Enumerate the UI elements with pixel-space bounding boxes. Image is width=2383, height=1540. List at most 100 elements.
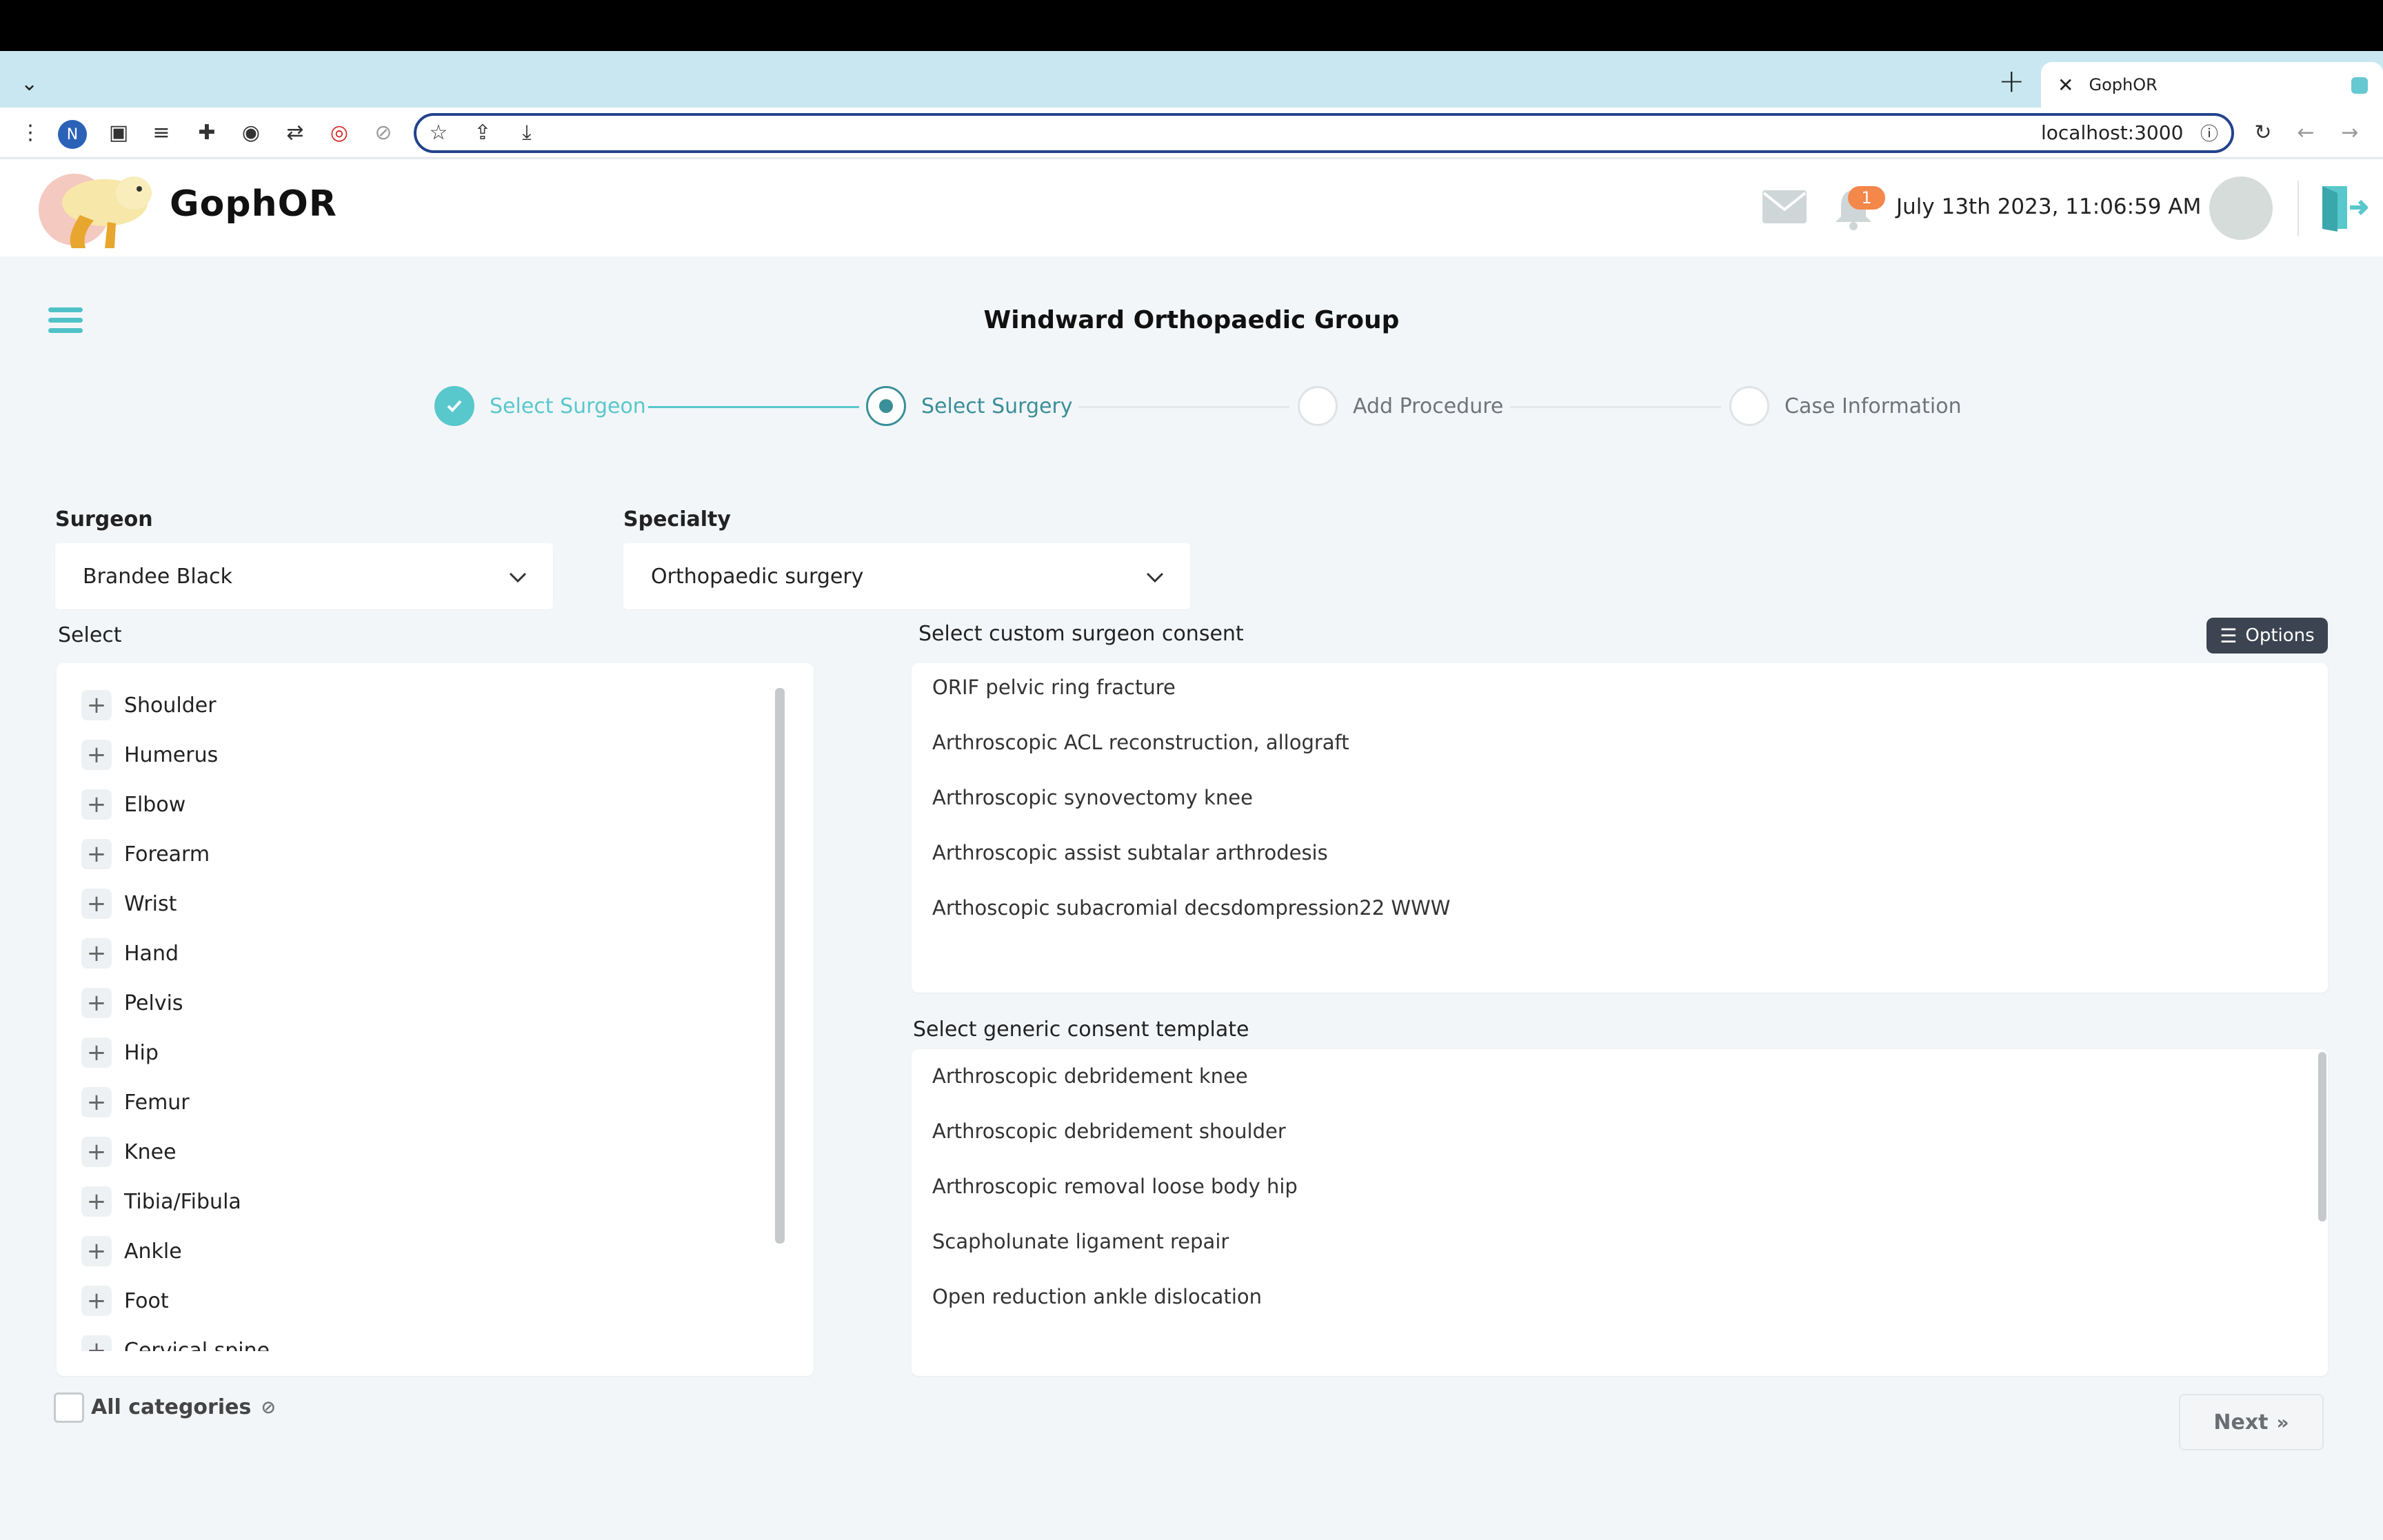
expand-plus-icon[interactable]: + (81, 1137, 112, 1167)
brand-name: GophOR (170, 183, 337, 225)
category-item[interactable]: + Elbow (81, 787, 185, 822)
step-select-surgeon[interactable]: Select Surgeon (434, 386, 646, 426)
new-tab-icon[interactable]: + (1998, 65, 2025, 97)
expand-plus-icon[interactable]: + (81, 988, 112, 1018)
surgeon-select[interactable]: Brandee Black (55, 543, 553, 609)
category-item[interactable]: + Humerus (81, 738, 218, 772)
sidebar-icon[interactable]: ▣ (103, 117, 134, 148)
share-icon[interactable]: ⇪ (467, 117, 498, 148)
category-item[interactable]: + Ankle (81, 1234, 182, 1268)
extensions-icon[interactable]: ✚ (192, 117, 222, 148)
category-item[interactable]: + Femur (81, 1085, 190, 1119)
category-label: Ankle (124, 1239, 182, 1264)
site-info-icon[interactable]: ⓘ (2194, 117, 2224, 148)
expand-plus-icon[interactable]: + (81, 839, 112, 869)
color-extension-icon[interactable]: ◉ (236, 117, 266, 148)
generic-consent-item[interactable]: Scapholunate ligament repair (932, 1230, 1229, 1253)
browser-tab[interactable]: ✕ GophOR (2041, 62, 2383, 108)
generic-consent-item[interactable]: Open reduction ankle dislocation (932, 1285, 1262, 1308)
stepper-connector-3 (1510, 406, 1721, 408)
category-label: Hand (124, 941, 179, 966)
generic-scrollbar[interactable] (2318, 1052, 2326, 1222)
category-item[interactable]: + Forearm (81, 837, 210, 871)
all-categories-checkbox[interactable] (54, 1392, 84, 1423)
category-item[interactable]: + Shoulder (81, 688, 217, 722)
category-item[interactable]: + Cervical spine (81, 1333, 270, 1351)
opera-icon[interactable]: ◎ (324, 117, 354, 148)
category-item[interactable]: + Knee (81, 1135, 177, 1169)
bookmark-star-icon[interactable]: ☆ (423, 117, 454, 148)
expand-plus-icon[interactable]: + (81, 789, 112, 820)
category-label: Cervical spine (124, 1338, 270, 1352)
category-label: Tibia/Fibula (124, 1189, 241, 1214)
expand-plus-icon[interactable]: + (81, 1087, 112, 1117)
generic-consent-label: Select generic consent template (913, 1017, 1249, 1042)
chevron-down-icon (1146, 572, 1164, 583)
category-label: Forearm (124, 842, 210, 867)
eye-off-icon: ⊘ (261, 1397, 276, 1418)
tab-list-chevron-icon[interactable]: ⌄ (21, 72, 38, 96)
generic-consent-item[interactable]: Arthroscopic debridement knee (932, 1064, 1248, 1088)
expand-plus-icon[interactable]: + (81, 1335, 112, 1351)
download-icon[interactable]: ⤓ (512, 117, 542, 148)
logout-icon[interactable] (2320, 183, 2368, 232)
step-label: Case Information (1784, 394, 1962, 418)
category-label: Femur (124, 1090, 190, 1115)
generic-consent-item[interactable]: Arthroscopic removal loose body hip (932, 1175, 1298, 1198)
expand-plus-icon[interactable]: + (81, 1286, 112, 1316)
expand-plus-icon[interactable]: + (81, 1037, 112, 1068)
step-add-procedure[interactable]: Add Procedure (1298, 386, 1503, 426)
category-label: Elbow (124, 792, 186, 817)
specialty-value: Orthopaedic surgery (651, 564, 864, 589)
menu-dots-icon[interactable]: ⋮ (15, 117, 46, 148)
reload-icon[interactable]: ↻ (2248, 117, 2278, 148)
mail-icon[interactable] (1762, 190, 1807, 223)
address-bar[interactable] (414, 113, 2234, 153)
options-label: Options (2245, 625, 2315, 646)
specialty-select[interactable]: Orthopaedic surgery (623, 543, 1190, 609)
category-item[interactable]: + Pelvis (81, 986, 183, 1020)
back-icon[interactable]: ← (2291, 117, 2321, 148)
surgeon-label: Surgeon (55, 507, 153, 531)
category-item[interactable]: + Hand (81, 936, 179, 971)
category-item[interactable]: + Foot (81, 1284, 169, 1318)
options-button[interactable]: ☰ Options (2206, 618, 2328, 654)
step-select-surgery[interactable]: Select Surgery (866, 386, 1073, 426)
specialty-label: Specialty (623, 507, 731, 531)
expand-plus-icon[interactable]: + (81, 740, 112, 770)
expand-plus-icon[interactable]: + (81, 1186, 112, 1217)
custom-consent-item[interactable]: Arthroscopic assist subtalar arthrodesis (932, 841, 1328, 864)
user-avatar[interactable] (2209, 176, 2273, 240)
custom-consent-item[interactable]: Arthoscopic subacromial decsdompression2… (932, 896, 1450, 920)
step-case-information[interactable]: Case Information (1729, 386, 1962, 426)
expand-plus-icon[interactable]: + (81, 889, 112, 919)
category-item[interactable]: + Hip (81, 1035, 159, 1070)
category-item[interactable]: + Wrist (81, 886, 177, 921)
category-item[interactable]: + Tibia/Fibula (81, 1184, 241, 1219)
category-label: Hip (124, 1040, 159, 1065)
category-label: Wrist (124, 891, 177, 916)
all-categories-toggle[interactable]: All categories ⊘ (91, 1395, 276, 1419)
category-list: + Shoulder + Humerus + Elbow + Forearm + Wrist + Ha… (57, 676, 774, 1351)
next-button[interactable]: Next » (2179, 1394, 2324, 1450)
profile-avatar[interactable]: N (58, 120, 87, 149)
custom-consent-item[interactable]: Arthroscopic ACL reconstruction, allogra… (932, 731, 1349, 754)
forward-icon[interactable]: → (2335, 117, 2365, 148)
close-tab-icon[interactable]: ✕ (2058, 74, 2073, 97)
custom-consent-item[interactable]: ORIF pelvic ring fracture (932, 676, 1176, 699)
notification-badge: 1 (1848, 186, 1885, 210)
generic-consent-item[interactable]: Arthroscopic debridement shoulder (932, 1119, 1286, 1143)
category-label: Shoulder (124, 693, 217, 718)
active-step-icon (866, 386, 906, 426)
category-scrollbar[interactable] (775, 688, 785, 1244)
blocker-icon[interactable]: ⊘ (368, 117, 399, 148)
expand-plus-icon[interactable]: + (81, 938, 112, 969)
surgeon-value: Brandee Black (83, 564, 232, 589)
category-label: Humerus (124, 742, 219, 767)
custom-consent-item[interactable]: Arthroscopic synovectomy knee (932, 786, 1253, 809)
reading-list-icon[interactable]: ≡ (146, 117, 177, 148)
expand-plus-icon[interactable]: + (81, 1236, 112, 1266)
translate-icon[interactable]: ⇄ (280, 117, 310, 148)
expand-plus-icon[interactable]: + (81, 690, 112, 720)
pending-step-icon (1298, 386, 1338, 426)
